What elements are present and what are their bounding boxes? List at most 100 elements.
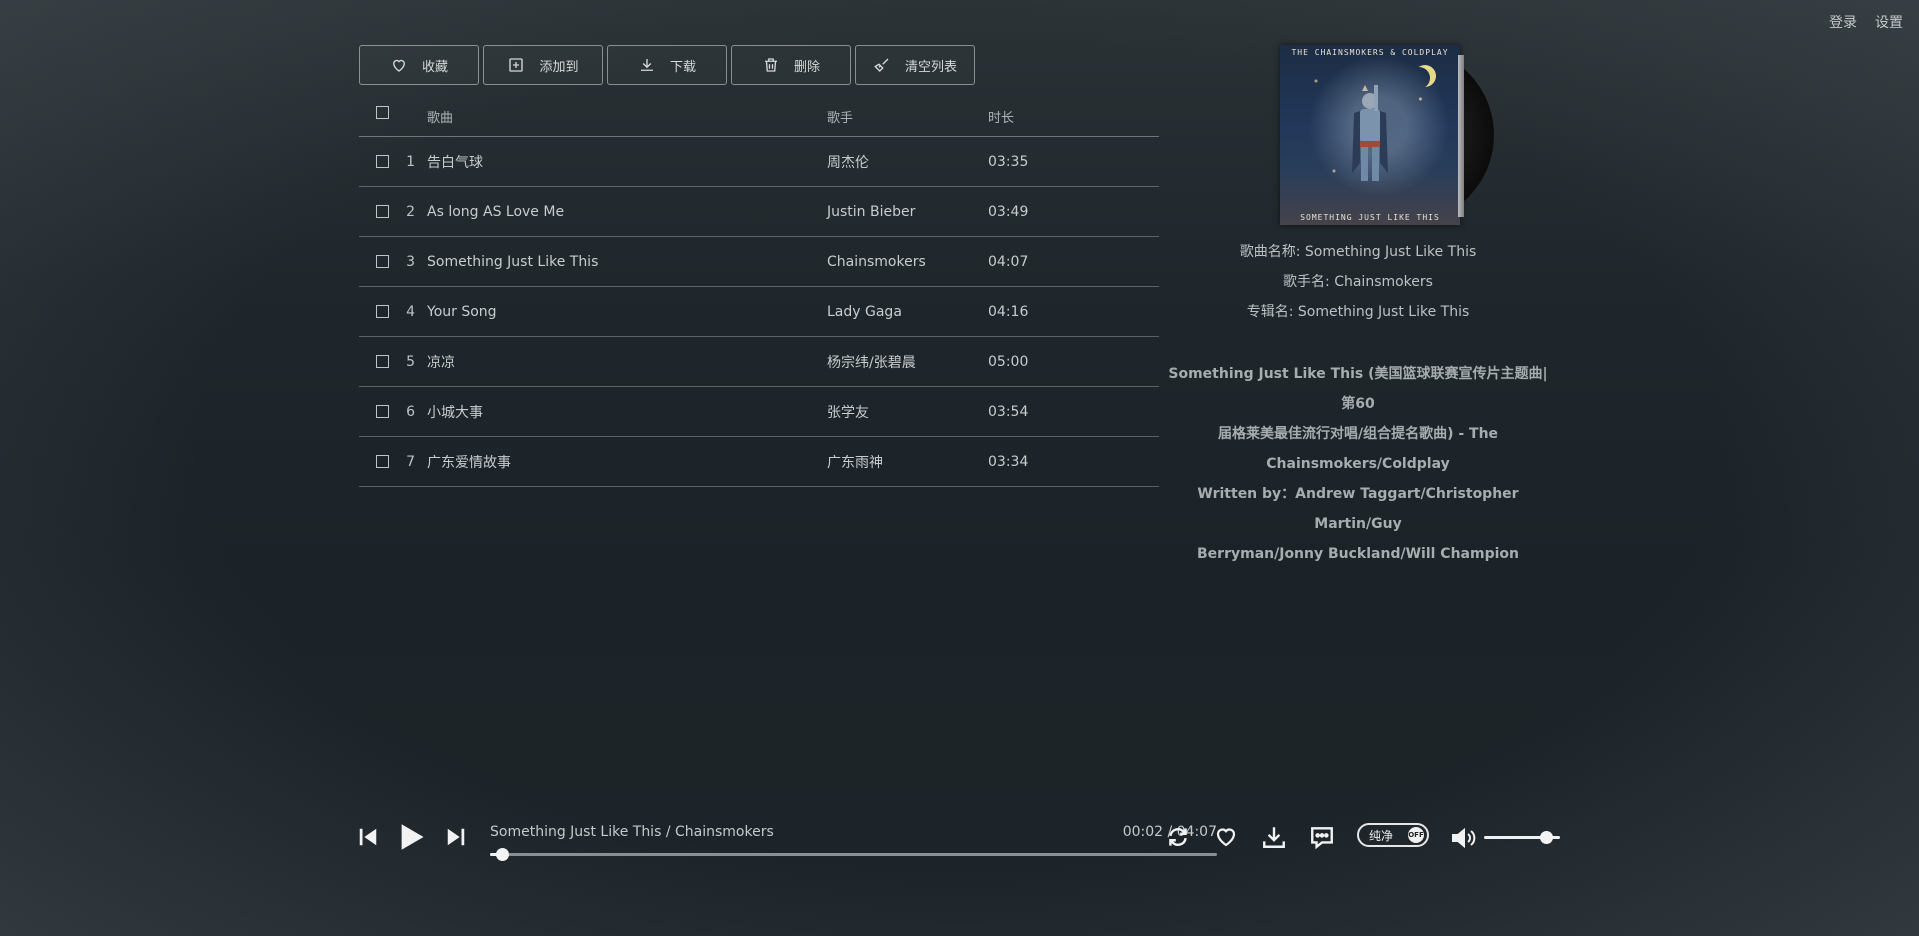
row-title[interactable]: 凉凉 [427,352,827,372]
row-checkbox[interactable] [376,305,389,318]
row-title[interactable]: As long AS Love Me [427,204,827,220]
top-links: 登录 设置 [1829,12,1903,32]
moon-icon [1408,67,1430,89]
row-checkbox[interactable] [376,405,389,418]
row-number: 3 [406,253,415,270]
row-duration: 03:35 [988,153,1029,170]
comment-icon[interactable] [1309,824,1335,850]
progress-bar[interactable] [490,848,1217,861]
heart-icon [393,59,405,72]
figure-illustration [1352,85,1388,181]
row-duration: 05:00 [988,353,1029,370]
volume-handle[interactable] [1540,831,1554,844]
pure-mode-toggle[interactable]: 纯净 OFF [1357,823,1429,847]
skip-forward-icon[interactable] [445,826,467,848]
header-artist: 歌手 [827,110,854,126]
now-playing-track: Something Just Like This / Chainsmokers [490,824,774,840]
lyric-line: Chainsmokers/Coldplay [1266,456,1450,472]
row-number: 2 [406,203,415,220]
album-cover: THE CHAINSMOKERS & COLDPLAY SOMETHING JU… [1280,45,1460,225]
row-title[interactable]: 告白气球 [427,152,827,172]
row-artist: 广东雨神 [827,454,883,471]
song-row[interactable]: 2 As long AS Love Me Justin Bieber 03:49 [359,187,1159,237]
row-artist: 周杰伦 [827,154,869,171]
login-link[interactable]: 登录 [1829,12,1857,32]
row-duration: 04:07 [988,253,1029,270]
favorite-label: 收藏 [421,59,448,75]
lyric-line: Berryman/Jonny Buckland/Will Champion [1197,546,1519,562]
lyric-line: Written by：Andrew Taggart/Christopher Ma… [1197,486,1519,532]
row-checkbox[interactable] [376,205,389,218]
row-artist: 张学友 [827,404,869,421]
clear-list-label: 清空列表 [904,59,957,75]
row-checkbox[interactable] [376,255,389,268]
plus-square-icon [509,58,524,72]
player-bar: Something Just Like This / Chainsmokers … [357,818,1577,868]
row-number: 4 [406,303,415,320]
pure-mode-label: 纯净 [1369,828,1394,843]
row-checkbox[interactable] [376,455,389,468]
row-checkbox[interactable] [376,355,389,368]
toolbar: 收藏 添加到 下载 删除 清空列表 [359,45,975,85]
favorite-button[interactable]: 收藏 [359,45,479,85]
row-duration: 03:54 [988,403,1029,420]
song-row[interactable]: 5 凉凉 杨宗纬/张碧晨 05:00 [359,337,1159,387]
delete-label: 删除 [793,59,820,75]
clear-list-button[interactable]: 清空列表 [855,45,975,85]
download-label: 下载 [669,59,696,75]
lyric-line: Something Just Like This (美国篮球联赛宣传片主题曲|第… [1168,366,1548,412]
row-title[interactable]: Your Song [427,304,827,320]
download-icon [640,59,653,71]
volume-slider[interactable] [1484,831,1560,844]
row-number: 5 [406,353,415,370]
row-artist: Lady Gaga [827,303,902,320]
heart-icon[interactable] [1213,825,1239,849]
song-row[interactable]: 3 Something Just Like This Chainsmokers … [359,237,1159,287]
album-art: THE CHAINSMOKERS & COLDPLAY SOMETHING JU… [1258,45,1494,225]
download-button[interactable]: 下载 [607,45,727,85]
row-title[interactable]: Something Just Like This [427,254,827,270]
row-duration: 04:16 [988,303,1029,320]
repeat-icon[interactable] [1165,824,1191,850]
cover-bottom-text: SOMETHING JUST LIKE THIS [1300,213,1440,222]
broom-icon [874,58,889,72]
row-number: 6 [406,403,415,420]
playback-time: 00:02 / 04:07 [1122,824,1217,840]
play-icon[interactable] [398,822,426,852]
lyrics: Something Just Like This (美国篮球联赛宣传片主题曲|第… [1163,359,1553,569]
lyric-line: 届格莱美最佳流行对唱/组合提名歌曲) - The [1217,426,1499,442]
song-list: 歌曲 歌手 时长 1 告白气球 周杰伦 03:35 2 As long AS L… [359,96,1159,487]
song-list-header: 歌曲 歌手 时长 [359,96,1159,137]
cover-top-text: THE CHAINSMOKERS & COLDPLAY [1291,48,1449,57]
album-name-text: 专辑名: Something Just Like This [1246,304,1470,320]
row-duration: 03:49 [988,203,1029,220]
header-title: 歌曲 [427,110,454,126]
row-number: 7 [406,453,415,470]
track-info: 歌曲名称: Something Just Like This 歌手名: Chai… [1163,237,1553,327]
song-row[interactable]: 1 告白气球 周杰伦 03:35 [359,137,1159,187]
progress-handle[interactable] [495,848,509,861]
song-row[interactable]: 4 Your Song Lady Gaga 04:16 [359,287,1159,337]
now-playing-panel: THE CHAINSMOKERS & COLDPLAY SOMETHING JU… [1163,45,1553,569]
row-checkbox[interactable] [376,155,389,168]
delete-button[interactable]: 删除 [731,45,851,85]
row-artist: Justin Bieber [827,203,916,220]
pure-mode-state: OFF [1408,827,1424,843]
row-number: 1 [406,153,415,170]
add-to-label: 添加到 [539,59,579,75]
add-to-button[interactable]: 添加到 [483,45,603,85]
song-row[interactable]: 6 小城大事 张学友 03:54 [359,387,1159,437]
song-row[interactable]: 7 广东爱情故事 广东雨神 03:34 [359,437,1159,487]
row-duration: 03:34 [988,453,1029,470]
row-title[interactable]: 广东爱情故事 [427,452,827,472]
row-artist: Chainsmokers [827,253,926,270]
volume-icon[interactable] [1450,826,1478,850]
header-duration: 时长 [988,110,1015,126]
artist-name-text: 歌手名: Chainsmokers [1283,274,1433,290]
trash-icon [764,58,777,72]
download-icon[interactable] [1261,824,1287,850]
select-all-checkbox[interactable] [376,105,389,119]
skip-back-icon[interactable] [357,826,379,848]
settings-link[interactable]: 设置 [1875,12,1903,32]
row-title[interactable]: 小城大事 [427,402,827,422]
